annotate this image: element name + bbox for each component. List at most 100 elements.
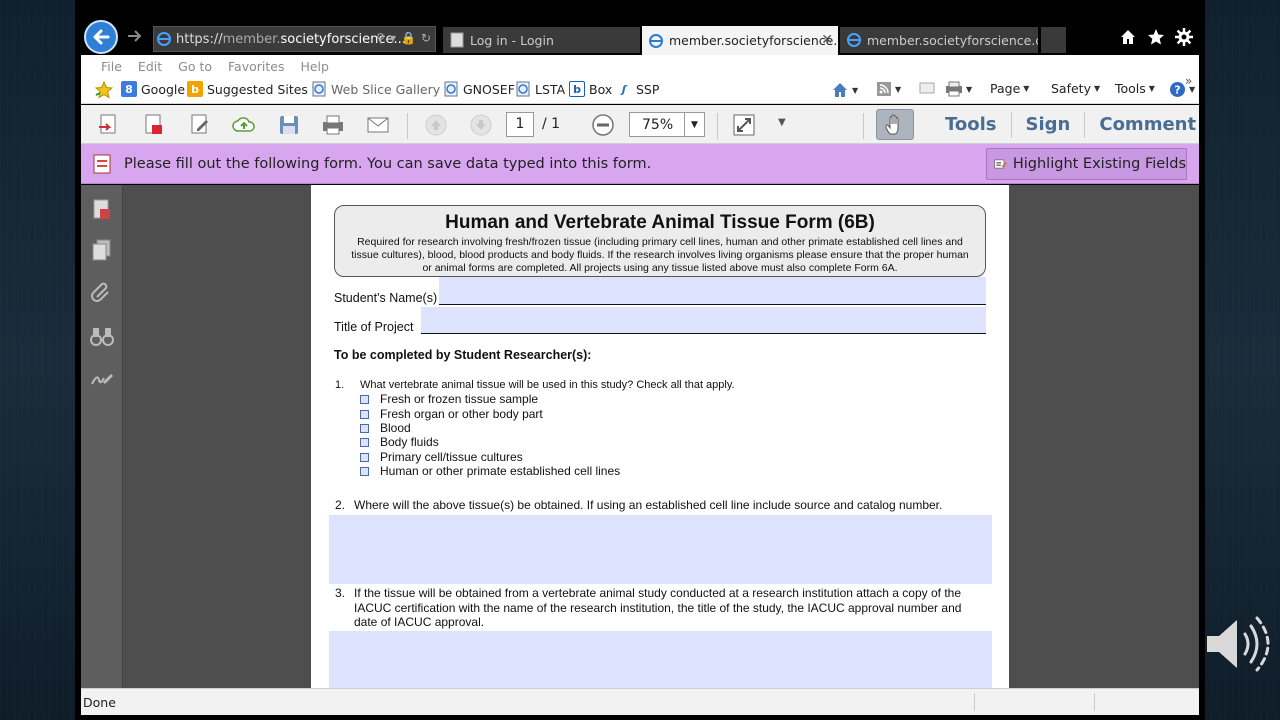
save-icon[interactable]: [277, 113, 301, 137]
subtitle-line: Required for research involving fresh/fr…: [357, 236, 963, 248]
checkbox-option[interactable]: Fresh or frozen tissue sample: [360, 392, 538, 406]
url-subdomain: member.: [222, 31, 281, 47]
close-tab-icon[interactable]: ✕: [821, 32, 833, 48]
help-icon: ?: [1170, 82, 1185, 97]
checkbox-option[interactable]: Body fluids: [360, 435, 439, 449]
tab-member-active[interactable]: member.societyforscience.... ✕: [642, 26, 838, 55]
tissue-source-field[interactable]: [329, 515, 992, 584]
checkbox[interactable]: [360, 452, 369, 462]
menu-help[interactable]: Help: [300, 59, 329, 74]
checkbox-label: Fresh or frozen tissue sample: [380, 392, 539, 406]
chevron-down-icon[interactable]: ▼: [684, 113, 704, 136]
dropdown-icon[interactable]: ▾: [390, 31, 396, 45]
fit-page-icon[interactable]: [732, 113, 756, 137]
binoculars-icon[interactable]: [89, 323, 115, 349]
create-pdf-icon[interactable]: [97, 113, 121, 137]
toolbar-separator: [863, 113, 864, 139]
highlight-fields-button[interactable]: Highlight Existing Fields: [986, 148, 1187, 180]
bing-icon: b: [187, 81, 203, 97]
tab-member[interactable]: member.societyforscience.org: [840, 27, 1038, 53]
page-command[interactable]: Page ▼: [990, 81, 1029, 96]
fav-suggested-sites[interactable]: b Suggested Sites▼: [187, 81, 318, 97]
sign-link[interactable]: Sign: [1012, 114, 1085, 135]
home-command[interactable]: ▼: [831, 81, 858, 99]
speaker-icon[interactable]: [1205, 612, 1270, 676]
status-divider: [1094, 693, 1095, 711]
page-icon: [450, 32, 464, 48]
safety-command-label: Safety: [1051, 81, 1091, 96]
tab-login[interactable]: Log in - Login: [443, 27, 640, 53]
star-icon[interactable]: [1147, 28, 1165, 46]
fav-gnosef[interactable]: GNOSEF: [443, 81, 515, 97]
ie-page-icon: [516, 81, 530, 97]
document-viewport[interactable]: Human and Vertebrate Animal Tissue Form …: [123, 185, 1199, 688]
next-page-icon[interactable]: [469, 113, 493, 137]
print-icon[interactable]: [321, 113, 345, 137]
iacuc-field[interactable]: [329, 631, 992, 688]
fav-box[interactable]: b Box: [569, 81, 612, 97]
question-text: If the tissue will be obtained from a ve…: [354, 586, 961, 630]
box-icon: b: [569, 81, 585, 97]
checkbox-option[interactable]: Primary cell/tissue cultures: [360, 450, 523, 464]
more-tools-chevron-icon[interactable]: ▼: [778, 117, 786, 128]
attachment-icon[interactable]: [89, 279, 115, 305]
menu-edit[interactable]: Edit: [138, 59, 162, 74]
lock-icon[interactable]: 🔒: [401, 31, 416, 45]
pdf-file-icon[interactable]: [142, 113, 166, 137]
checkbox[interactable]: [360, 466, 369, 476]
chevron-down-icon: ▼: [1148, 84, 1155, 93]
page-thumbnails-icon[interactable]: [89, 197, 115, 223]
student-name-label: Student's Name(s): [334, 291, 438, 305]
fav-ssp[interactable]: ʃ SSP: [616, 81, 659, 97]
print-command[interactable]: ▼: [945, 81, 972, 97]
signature-icon[interactable]: [89, 365, 115, 391]
zoom-out-icon[interactable]: [591, 113, 615, 137]
zoom-select[interactable]: 75% ▼: [629, 112, 705, 137]
fav-google[interactable]: 8 Google: [121, 81, 185, 97]
fav-lsta[interactable]: LSTA: [515, 81, 565, 97]
checkbox-option[interactable]: Fresh organ or other body part: [360, 407, 543, 421]
address-bar[interactable]: https://member. societyforscience... ⚲ ▾ …: [153, 26, 436, 52]
checkbox-option[interactable]: Human or other primate established cell …: [360, 464, 620, 478]
checkbox[interactable]: [360, 423, 369, 433]
address-controls: ⚲ ▾ 🔒 ↻: [376, 31, 431, 45]
menu-goto[interactable]: Go to: [178, 59, 212, 74]
new-tab-button[interactable]: [1041, 27, 1066, 53]
menu-favorites[interactable]: Favorites: [228, 59, 284, 74]
question-number: 1.: [335, 379, 345, 391]
search-icon[interactable]: ⚲: [376, 31, 385, 45]
chevron-down-icon: ▼: [895, 84, 902, 94]
tools-link[interactable]: Tools: [931, 114, 1011, 135]
svg-text:?: ?: [1174, 84, 1180, 97]
pages-icon[interactable]: [89, 237, 115, 263]
fav-web-slice-gallery[interactable]: Web Slice Gallery▼: [311, 81, 450, 97]
email-icon[interactable]: [366, 113, 390, 137]
form-icon: [93, 154, 111, 174]
mail-command[interactable]: [919, 81, 935, 95]
page-number-input[interactable]: 1: [506, 112, 534, 137]
checkbox[interactable]: [360, 409, 369, 419]
upload-cloud-icon[interactable]: [232, 113, 256, 137]
safety-command[interactable]: Safety ▼: [1051, 81, 1100, 96]
overflow-chevron-icon[interactable]: »: [1185, 74, 1192, 88]
student-name-field[interactable]: [439, 277, 986, 305]
feeds-command[interactable]: ▼: [876, 81, 901, 97]
project-title-field[interactable]: [421, 307, 986, 334]
gear-icon[interactable]: [1175, 28, 1193, 46]
favorites-star-button[interactable]: [95, 81, 113, 99]
home-icon[interactable]: [1119, 28, 1137, 46]
checkbox-option[interactable]: Blood: [360, 421, 411, 435]
menu-file[interactable]: File: [101, 59, 122, 74]
edit-document-icon[interactable]: [188, 113, 212, 137]
previous-page-icon[interactable]: [424, 113, 448, 137]
comment-link[interactable]: Comment: [1085, 114, 1210, 135]
checkbox[interactable]: [360, 437, 369, 447]
hand-tool-button[interactable]: [876, 109, 914, 140]
tools-command[interactable]: Tools ▼: [1115, 81, 1155, 96]
back-button[interactable]: [84, 20, 118, 54]
tab-label: member.societyforscience....: [669, 33, 838, 48]
navigation-pane: [81, 185, 123, 688]
forward-button[interactable]: [126, 27, 144, 45]
refresh-icon[interactable]: ↻: [421, 31, 431, 45]
checkbox[interactable]: [360, 394, 369, 404]
